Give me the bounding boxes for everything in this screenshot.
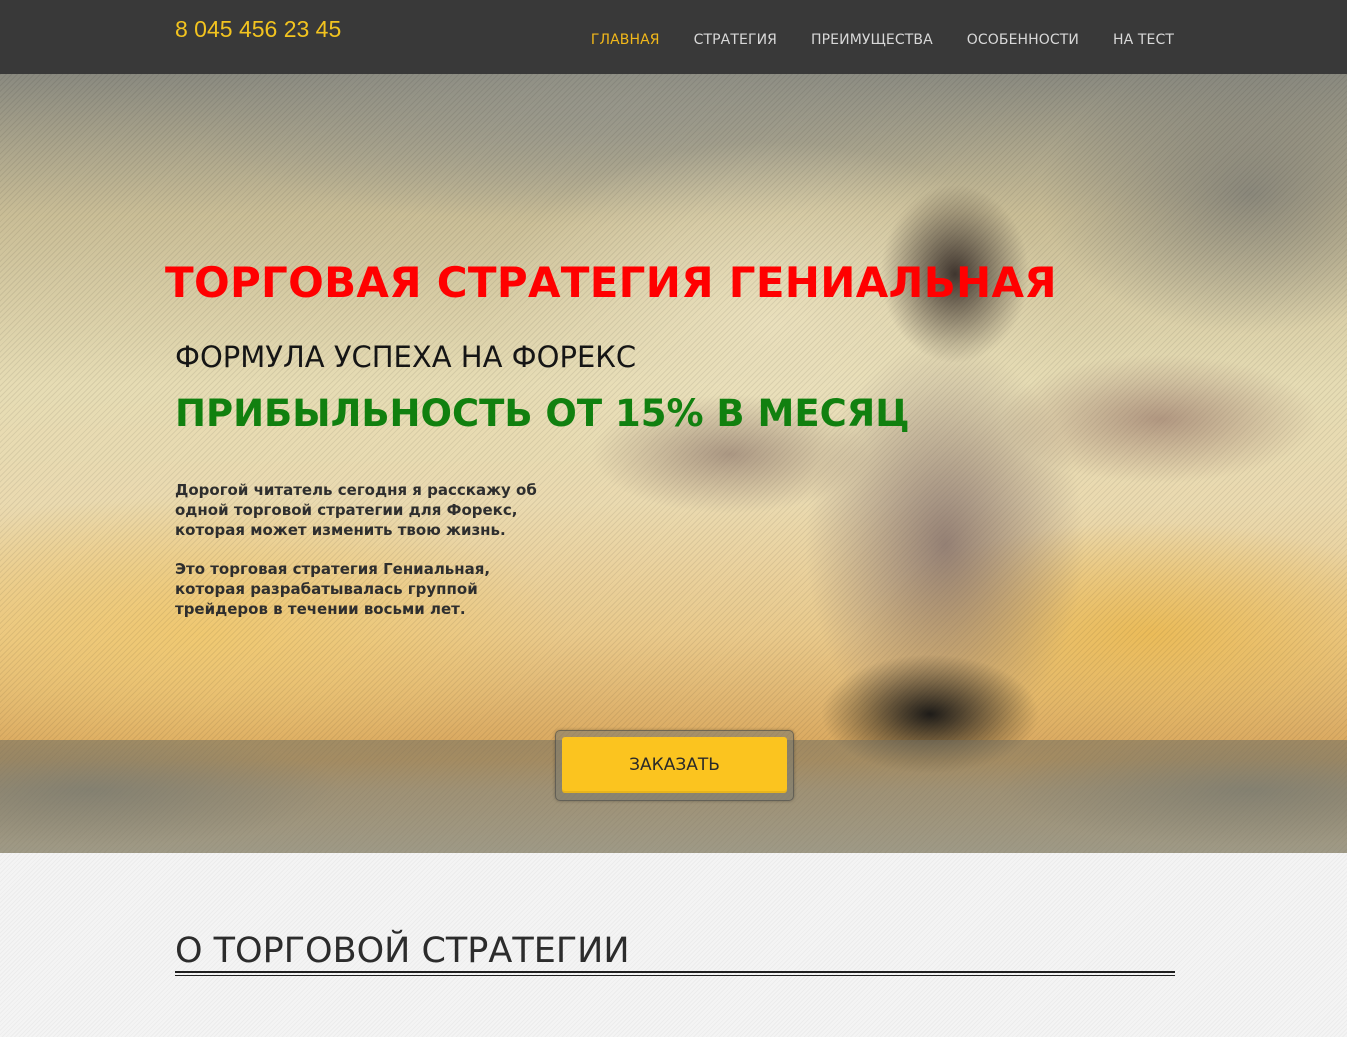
hero-background-figure-arm (1000, 354, 1320, 484)
hero-description-paragraph: Это торговая стратегия Гениальная, котор… (175, 560, 491, 618)
nav-item-features[interactable]: ОСОБЕННОСТИ (967, 32, 1079, 48)
hero-title: ТОРГОВАЯ СТРАТЕГИЯ ГЕНИАЛЬНАЯ (165, 258, 1057, 307)
hero-subtitle: ФОРМУЛА УСПЕХА НА ФОРЕКС (175, 340, 637, 374)
nav-item-advantages[interactable]: ПРЕИМУЩЕСТВА (811, 32, 933, 48)
phone-number[interactable]: 8 045 456 23 45 (175, 16, 341, 43)
hero-section: ТОРГОВАЯ СТРАТЕГИЯ ГЕНИАЛЬНАЯ ФОРМУЛА УС… (0, 74, 1347, 853)
nav-item-test[interactable]: НА ТЕСТ (1113, 32, 1174, 48)
about-section-title: О ТОРГОВОЙ СТРАТЕГИИ (175, 931, 630, 971)
nav-item-home[interactable]: ГЛАВНАЯ (591, 32, 660, 48)
order-button-frame: ЗАКАЗАТЬ (555, 730, 794, 801)
order-button[interactable]: ЗАКАЗАТЬ (562, 737, 787, 793)
hero-profit-headline: ПРИБЫЛЬНОСТЬ ОТ 15% В МЕСЯЦ (175, 392, 910, 435)
nav-item-strategy[interactable]: СТРАТЕГИЯ (694, 32, 777, 48)
hero-intro-paragraph: Дорогой читатель сегодня я расскажу об о… (175, 481, 537, 539)
main-nav: ГЛАВНАЯ СТРАТЕГИЯ ПРЕИМУЩЕСТВА ОСОБЕННОС… (557, 32, 1174, 48)
site-header: 8 045 456 23 45 ГЛАВНАЯ СТРАТЕГИЯ ПРЕИМУ… (0, 0, 1347, 74)
about-section: О ТОРГОВОЙ СТРАТЕГИИ (0, 853, 1347, 1037)
section-divider (175, 971, 1175, 976)
